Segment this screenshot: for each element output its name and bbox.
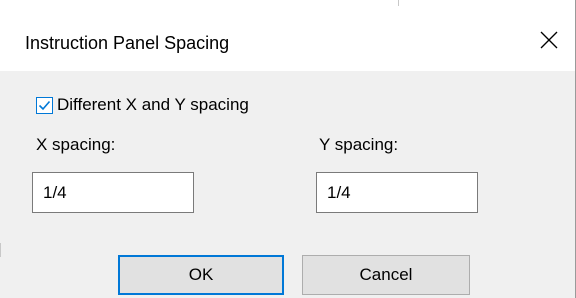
spacing-dialog: Instruction Panel Spacing Different X an… [0,0,576,298]
different-spacing-checkbox[interactable] [36,96,53,114]
x-spacing-input[interactable] [32,172,194,213]
dialog-title: Instruction Panel Spacing [25,33,230,53]
x-spacing-label: X spacing: [36,135,116,154]
different-spacing-label: Different X and Y spacing [57,95,249,114]
y-spacing-label: Y spacing: [319,135,399,154]
title-bar: Instruction Panel Spacing [0,0,576,71]
ok-button[interactable]: OK [118,255,284,295]
close-icon[interactable] [538,29,560,51]
background-window-edge-left [0,243,1,257]
background-window-edge [398,0,399,6]
checkmark-icon [38,100,51,110]
cancel-button[interactable]: Cancel [302,255,470,295]
different-spacing-option[interactable]: Different X and Y spacing [36,95,249,115]
y-spacing-input[interactable] [316,172,478,213]
